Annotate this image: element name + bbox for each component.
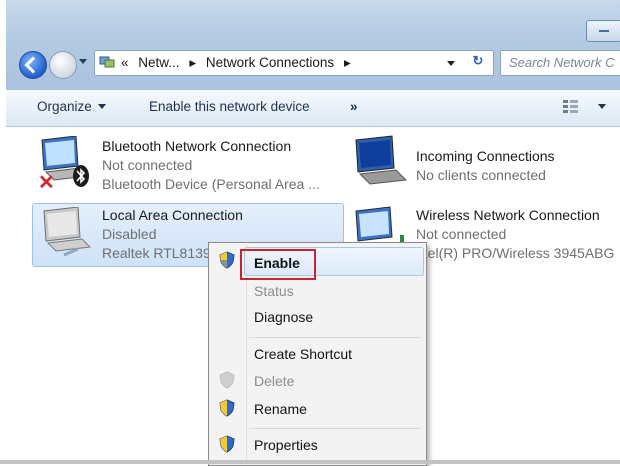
view-options-chevron-icon[interactable] — [598, 104, 606, 109]
disconnected-x-icon: ✕ — [38, 172, 55, 194]
breadcrumb-network[interactable]: Netw... — [138, 55, 179, 70]
connection-status: Not connected — [416, 226, 507, 242]
connection-status: Not connected — [102, 157, 193, 173]
window-title-bar — [6, 0, 620, 90]
organize-menu[interactable]: Organize — [37, 99, 106, 114]
breadcrumb-overflow[interactable]: « — [121, 55, 129, 70]
connection-item-bluetooth[interactable]: ✕ Bluetooth Network Connection Not conne… — [34, 134, 334, 196]
network-adapter-icon — [43, 207, 92, 257]
breadcrumb[interactable]: « Netw... ▸ Network Connections ▸ — [121, 55, 357, 71]
bluetooth-icon — [73, 165, 89, 187]
chevron-down-icon — [97, 104, 106, 109]
recent-pages-chevron-icon[interactable] — [79, 59, 87, 64]
refresh-icon[interactable]: ↻ — [468, 53, 488, 71]
connection-name: Bluetooth Network Connection — [102, 138, 292, 154]
connection-item-incoming[interactable]: Incoming Connections No clients connecte… — [350, 134, 620, 196]
menu-item-properties[interactable]: Properties — [254, 437, 318, 453]
uac-shield-icon — [219, 251, 235, 269]
menu-item-create-shortcut[interactable]: Create Shortcut — [254, 346, 352, 362]
minimize-button[interactable] — [586, 20, 620, 42]
context-menu: Enable Status Diagnose Create Shortcut D… — [208, 242, 427, 466]
address-bar[interactable]: « Netw... ▸ Network Connections ▸ ↻ — [94, 50, 494, 76]
menu-item-diagnose[interactable]: Diagnose — [254, 309, 313, 325]
connection-name: Local Area Connection — [102, 207, 243, 223]
address-dropdown-icon[interactable] — [447, 61, 455, 66]
change-view-icon[interactable] — [562, 98, 580, 114]
uac-shield-icon — [219, 399, 235, 417]
organize-label[interactable]: Organize — [37, 99, 92, 114]
connection-device: Realtek RTL8139/ — [102, 245, 215, 261]
uac-shield-icon — [219, 435, 235, 453]
breadcrumb-arrow-icon[interactable]: ▸ — [189, 55, 196, 70]
menu-item-delete[interactable]: Delete — [254, 373, 294, 389]
connection-device: ntel(R) PRO/Wireless 3945ABG — [416, 245, 615, 261]
connection-name: Wireless Network Connection — [416, 207, 600, 223]
breadcrumb-arrow-icon[interactable]: ▸ — [344, 55, 351, 70]
network-folder-icon — [99, 56, 115, 68]
window-bottom-border — [0, 460, 620, 464]
more-commands-button[interactable]: » — [350, 99, 358, 114]
forward-button[interactable] — [49, 51, 77, 79]
menu-separator — [249, 337, 421, 338]
breadcrumb-network-connections[interactable]: Network Connections — [206, 55, 334, 70]
highlight-box — [240, 249, 316, 280]
connection-status: No clients connected — [416, 167, 546, 183]
connection-name: Incoming Connections — [416, 148, 555, 164]
search-box[interactable]: Search Network C — [500, 50, 620, 76]
search-placeholder[interactable]: Search Network C — [509, 55, 614, 70]
connection-status: Disabled — [102, 226, 157, 242]
command-bar: Organize Enable this network device » — [6, 90, 620, 127]
back-button[interactable] — [19, 51, 47, 79]
menu-separator — [249, 428, 421, 429]
connection-device: Bluetooth Device (Personal Area ... — [102, 176, 320, 192]
enable-device-button[interactable]: Enable this network device — [149, 99, 310, 114]
uac-shield-icon — [219, 371, 235, 389]
menu-item-status[interactable]: Status — [254, 283, 294, 299]
menu-item-rename[interactable]: Rename — [254, 401, 307, 417]
incoming-connections-icon — [355, 135, 408, 185]
